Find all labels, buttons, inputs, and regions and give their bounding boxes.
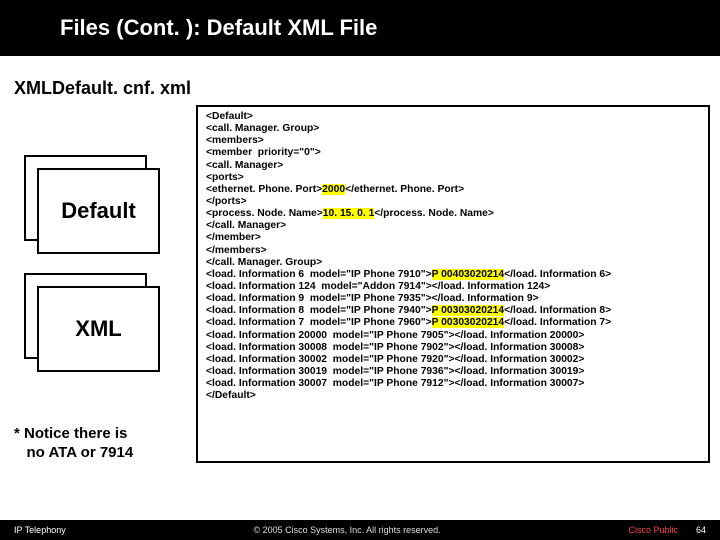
xml-line: </process. Node. Name>	[374, 208, 494, 219]
xml-line: <load. Information 9 model="IP Phone 793…	[206, 293, 539, 304]
xml-highlight: P 00303020214	[432, 305, 505, 316]
xml-line: <load. Information 7 model="IP Phone 796…	[206, 317, 432, 328]
file-label-default: Default	[37, 168, 160, 254]
slide-title-bar: Files (Cont. ): Default XML File	[0, 0, 720, 56]
xml-line: <load. Information 6 model="IP Phone 791…	[206, 269, 432, 280]
xml-line: <load. Information 124 model="Addon 7914…	[206, 281, 550, 292]
left-column: Default XML * Notice there is no ATA or …	[14, 105, 188, 463]
xml-line: </members>	[206, 245, 267, 256]
footer-slide-number: 64	[696, 525, 706, 535]
file-icon-xml: XML	[24, 273, 164, 373]
content-row: Default XML * Notice there is no ATA or …	[0, 105, 720, 463]
xml-line: </call. Manager>	[206, 220, 286, 231]
xml-line: <member priority="0">	[206, 147, 321, 158]
footer-copyright: © 2005 Cisco Systems, Inc. All rights re…	[66, 525, 629, 535]
xml-line: </load. Information 7>	[504, 317, 611, 328]
filename-subtitle: XMLDefault. cnf. xml	[14, 78, 720, 99]
xml-highlight: 10. 15. 0. 1	[323, 208, 375, 219]
footer-left: IP Telephony	[14, 525, 66, 535]
xml-line: </load. Information 6>	[504, 269, 611, 280]
file-icon-default: Default	[24, 155, 164, 255]
xml-line: <call. Manager. Group>	[206, 123, 319, 134]
xml-line: <load. Information 30019 model="IP Phone…	[206, 366, 584, 377]
xml-line: </call. Manager. Group>	[206, 257, 322, 268]
footer-bar: IP Telephony © 2005 Cisco Systems, Inc. …	[0, 520, 720, 540]
xml-line: </member>	[206, 232, 261, 243]
xml-line: <call. Manager>	[206, 160, 283, 171]
xml-line: </Default>	[206, 390, 256, 401]
xml-line: <Default>	[206, 111, 253, 122]
xml-line: </load. Information 8>	[504, 305, 611, 316]
xml-line: <load. Information 8 model="IP Phone 794…	[206, 305, 432, 316]
xml-line: <members>	[206, 135, 264, 146]
xml-highlight: 2000	[322, 184, 345, 195]
slide-title: Files (Cont. ): Default XML File	[60, 15, 377, 41]
notice-text: * Notice there is no ATA or 7914	[14, 425, 188, 463]
xml-highlight: P 00303020214	[432, 317, 505, 328]
xml-line: <process. Node. Name>	[206, 208, 323, 219]
xml-line: <load. Information 30008 model="IP Phone…	[206, 342, 584, 353]
file-label-xml: XML	[37, 286, 160, 372]
xml-line: </ethernet. Phone. Port>	[345, 184, 464, 195]
xml-line: <load. Information 30002 model="IP Phone…	[206, 354, 584, 365]
footer-classification: Cisco Public	[628, 525, 678, 535]
xml-line: <load. Information 20000 model="IP Phone…	[206, 330, 584, 341]
xml-highlight: P 00403020214	[432, 269, 505, 280]
xml-line: </ports>	[206, 196, 247, 207]
xml-line: <load. Information 30007 model="IP Phone…	[206, 378, 584, 389]
xml-line: <ports>	[206, 172, 244, 183]
xml-line: <ethernet. Phone. Port>	[206, 184, 322, 195]
xml-content-box: <Default> <call. Manager. Group> <member…	[196, 105, 710, 463]
